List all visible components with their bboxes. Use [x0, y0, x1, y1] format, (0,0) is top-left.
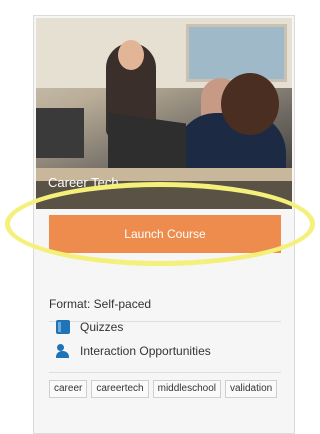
tag-list: career careertech middleschool validatio…: [49, 380, 281, 398]
classroom-window: [186, 24, 287, 82]
people-icon: [56, 344, 70, 358]
feature-quizzes-row: Quizzes: [56, 320, 123, 334]
tag[interactable]: middleschool: [152, 380, 221, 398]
tag[interactable]: validation: [224, 380, 278, 398]
book-icon: [56, 320, 70, 334]
highlight-annotation: [5, 182, 315, 266]
student-face: [221, 73, 279, 135]
feature-label: Quizzes: [80, 320, 124, 334]
laptop-left: [36, 108, 84, 158]
course-format: Format: Self-paced: [49, 297, 152, 311]
divider: [49, 372, 281, 373]
tag[interactable]: career: [49, 380, 88, 398]
feature-label: Interaction Opportunities: [80, 344, 211, 358]
tag[interactable]: careertech: [91, 380, 149, 398]
teacher-face: [118, 40, 144, 70]
feature-interaction-row: Interaction Opportunities: [56, 344, 211, 358]
course-image[interactable]: Career Tech: [36, 18, 292, 209]
